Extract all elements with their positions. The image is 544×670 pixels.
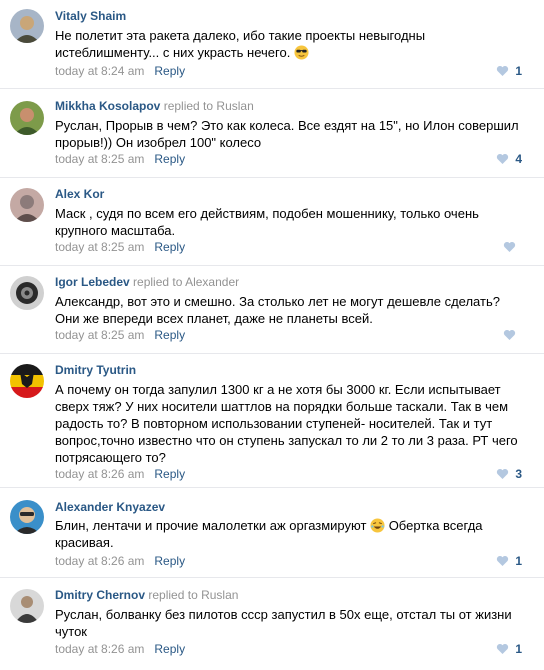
like-button[interactable]: 1 [496,554,522,568]
timestamp[interactable]: today at 8:25 am [55,328,144,342]
reply-to-label: replied to [148,588,198,602]
author-line: Vitaly Shaim [55,9,126,23]
author-line: Dmitry Chernov replied to Ruslan [55,588,238,602]
reply-button[interactable]: Reply [154,642,185,656]
comment-item: Alexander Knyazev Блин, лентачи и прочие… [0,488,544,578]
like-button[interactable]: 4 [496,152,522,166]
like-button[interactable]: 1 [496,64,522,78]
comment-meta: today at 8:25 am Reply [55,152,185,166]
comment-meta: today at 8:24 am Reply [55,64,185,78]
author-line: Alexander Knyazev [55,500,165,514]
reply-to-name[interactable]: Alexander [185,275,239,289]
reply-to-name[interactable]: Ruslan [216,99,253,113]
comment-text-wrap: Блин, лентачи и прочие малолетки аж орга… [55,517,525,551]
comment-item: Igor Lebedev replied to Alexander Алекса… [0,266,544,354]
reply-to-name[interactable]: Ruslan [201,588,238,602]
reply-to-label: replied to [163,99,214,113]
comment-meta: today at 8:26 am Reply [55,467,185,481]
avatar[interactable] [10,276,44,310]
comment-text: Не полетит эта ракета далеко, ибо такие … [55,28,426,60]
heart-icon [497,65,509,76]
comment-item: Dmitry Chernov replied to Ruslan Руслан,… [0,578,544,670]
heart-icon [503,329,516,340]
author-line: Igor Lebedev replied to Alexander [55,275,239,289]
timestamp[interactable]: today at 8:24 am [55,64,144,78]
author-line: Dmitry Tyutrin [55,363,136,377]
like-count: 1 [515,64,522,78]
timestamp[interactable]: today at 8:25 am [55,152,144,166]
timestamp[interactable]: today at 8:26 am [55,554,144,568]
like-count: 3 [515,467,522,481]
avatar[interactable] [10,9,44,43]
comment-item: Dmitry Tyutrin А почему он тогда запулил… [0,354,544,488]
reply-button[interactable]: Reply [154,64,185,78]
avatar[interactable] [10,364,44,398]
comment-item: Alex Kor Маск , судя по всем его действи… [0,178,544,266]
reply-to-label: replied to [133,275,183,289]
avatar[interactable] [10,101,44,135]
author-name[interactable]: Dmitry Tyutrin [55,363,136,377]
comment-meta: today at 8:26 am Reply [55,554,185,568]
comment-meta: today at 8:26 am Reply [55,642,185,656]
comment-item: Vitaly Shaim Не полетит эта ракета далек… [0,0,544,89]
comment-text: Александр, вот это и смешно. За столько … [55,294,500,326]
heart-icon [497,643,509,654]
heart-icon [497,555,509,566]
comment-meta: today at 8:25 am Reply [55,240,185,254]
comment-item: Mikkha Kosolapov replied to Ruslan Русла… [0,89,544,178]
reply-button[interactable]: Reply [154,240,185,254]
author-name[interactable]: Mikkha Kosolapov [55,99,160,113]
author-name[interactable]: Alexander Knyazev [55,500,165,514]
reply-button[interactable]: Reply [154,152,185,166]
avatar[interactable] [10,589,44,623]
author-name[interactable]: Igor Lebedev [55,275,130,289]
like-button[interactable]: 3 [496,467,522,481]
comment-text: Руслан, Прорыв в чем? Это как колеса. Вс… [55,118,519,150]
comment-text: Маск , судя по всем его действиям, подоб… [55,206,479,238]
heart-icon [497,153,509,164]
rofl-emoji-icon [370,518,385,533]
reply-button[interactable]: Reply [154,554,185,568]
reply-button[interactable]: Reply [154,467,185,481]
like-count: 1 [515,642,522,656]
sunglasses-emoji-icon [294,45,309,60]
comment-meta: today at 8:25 am Reply [55,328,185,342]
author-name[interactable]: Vitaly Shaim [55,9,126,23]
timestamp[interactable]: today at 8:26 am [55,642,144,656]
comment-text-wrap: Не полетит эта ракета далеко, ибо такие … [55,27,525,61]
comment-text: Руслан, болванку без пилотов ссср запуст… [55,607,512,639]
author-name[interactable]: Alex Kor [55,187,104,201]
comment-text: А почему он тогда запулил 1300 кг а не х… [55,382,518,465]
timestamp[interactable]: today at 8:25 am [55,240,144,254]
like-button[interactable] [503,241,522,253]
author-line: Mikkha Kosolapov replied to Ruslan [55,99,254,113]
timestamp[interactable]: today at 8:26 am [55,467,144,481]
author-line: Alex Kor [55,187,104,201]
like-button[interactable]: 1 [496,642,522,656]
heart-icon [503,241,516,252]
avatar[interactable] [10,188,44,222]
comment-text: Блин, лентачи и прочие малолетки аж орга… [55,518,367,533]
like-count: 1 [515,554,522,568]
heart-icon [497,468,509,479]
avatar[interactable] [10,500,44,534]
like-count: 4 [515,152,522,166]
reply-button[interactable]: Reply [154,328,185,342]
like-button[interactable] [503,329,522,341]
author-name[interactable]: Dmitry Chernov [55,588,145,602]
